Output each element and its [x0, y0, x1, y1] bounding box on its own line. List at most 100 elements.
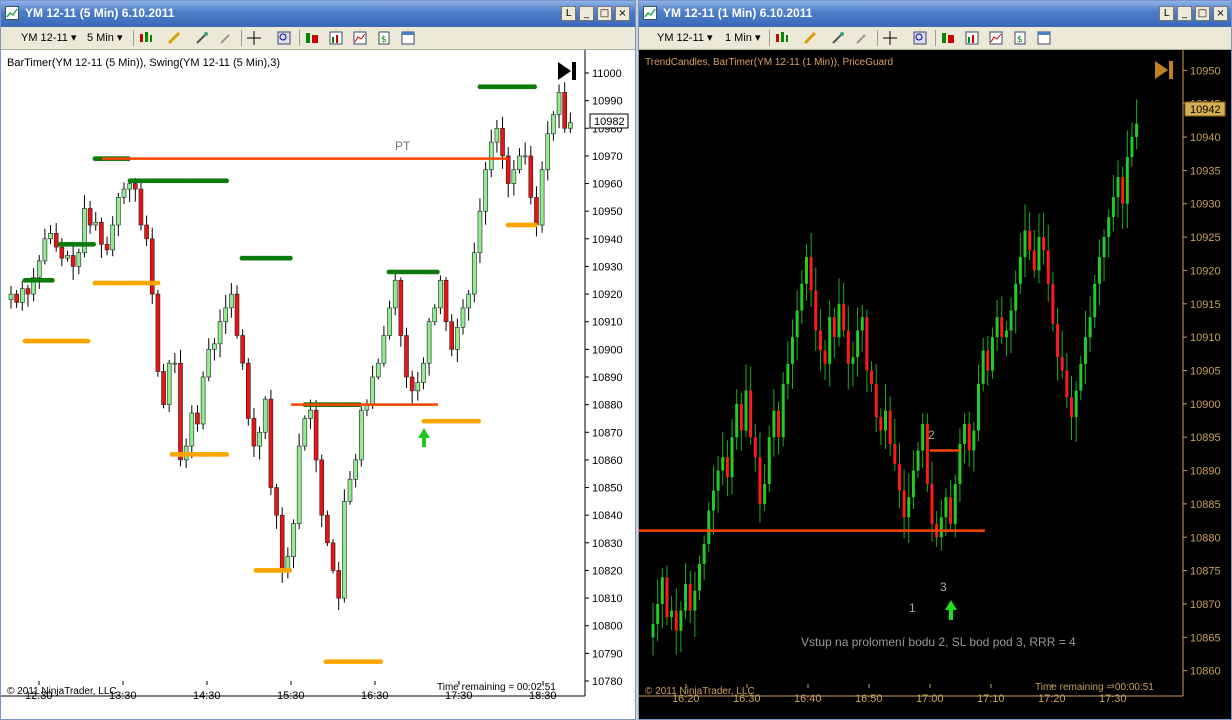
candle-body — [921, 423, 925, 451]
candle-body — [1111, 197, 1115, 218]
pin-icon[interactable] — [219, 31, 233, 45]
crosshair-icon[interactable] — [247, 31, 261, 45]
candle-body — [1046, 250, 1050, 284]
drawing-pencil-icon[interactable] — [803, 31, 817, 45]
candle-body — [1004, 330, 1008, 338]
close-button[interactable]: × — [615, 6, 630, 21]
candle-body — [353, 459, 358, 480]
magic-wand-icon[interactable] — [195, 31, 209, 45]
chart-canvas[interactable]: 10860 10865 10870 10875 10880 10885 10890 10895… — [639, 50, 1231, 719]
link-button[interactable]: L — [1159, 6, 1174, 21]
indicators-icon[interactable] — [965, 31, 979, 45]
drawing-pencil-icon[interactable] — [167, 31, 181, 45]
data-box-icon[interactable]: $ — [1013, 31, 1027, 45]
swing-high-dot — [91, 241, 96, 247]
chart-properties-icon[interactable] — [353, 31, 367, 45]
candle-body — [110, 224, 115, 251]
candle-body — [358, 409, 364, 461]
instrument-selector[interactable]: YM 12-11 ▾ — [657, 30, 712, 46]
chart-window-1min[interactable]: YM 12-11 (1 Min) 6.10.2011 L _ □ × YM 12… — [638, 0, 1232, 720]
candle-body — [1056, 323, 1060, 358]
window-icon[interactable] — [1037, 31, 1051, 45]
y-tick-label: 10810 — [592, 593, 623, 605]
swing-high-dot — [224, 178, 230, 184]
candle-body — [387, 307, 392, 336]
candle-body — [804, 257, 808, 284]
minimize-button[interactable]: _ — [579, 6, 594, 21]
bar-type-icon[interactable] — [139, 31, 153, 45]
zoom-icon[interactable] — [913, 31, 927, 45]
candle-body — [189, 412, 195, 447]
window-title: YM 12-11 (5 Min) 6.10.2011 — [25, 6, 175, 20]
y-tick-label: 10900 — [592, 344, 623, 356]
pin-icon[interactable] — [855, 31, 869, 45]
y-tick-label: 10880 — [1190, 532, 1221, 544]
candle-body — [1042, 237, 1046, 251]
title-bar[interactable]: YM 12-11 (5 Min) 6.10.2011 L _ □ × — [1, 1, 635, 27]
y-tick-label: 10865 — [1190, 632, 1221, 644]
candle-body — [735, 403, 739, 438]
candle-body — [1107, 217, 1111, 238]
candle-body — [995, 317, 999, 338]
instrument-selector[interactable]: YM 12-11 ▾ — [21, 30, 76, 46]
price-chart-5min[interactable]: 10780 10790 10800 10810 10820 10830 10840 10850… — [1, 50, 635, 719]
candle-body — [879, 417, 883, 431]
swing-label-1: 1 — [909, 601, 916, 615]
candle-body — [828, 317, 832, 364]
candle-body — [500, 127, 505, 157]
zoom-icon[interactable] — [277, 31, 291, 45]
swing-low-dot — [476, 418, 481, 424]
candle-body — [14, 293, 19, 303]
close-button[interactable]: × — [1213, 6, 1228, 21]
candle-body — [144, 224, 149, 240]
candle-body — [688, 583, 692, 611]
swing-high-dot — [532, 84, 537, 90]
candle-body — [234, 293, 240, 336]
candle-body — [460, 307, 466, 328]
chart-properties-icon[interactable] — [989, 31, 1003, 45]
candle-body — [990, 337, 994, 371]
candle-body — [674, 610, 678, 631]
candle-body — [562, 92, 568, 129]
chart-app-icon — [5, 6, 19, 20]
y-tick-label: 10860 — [1190, 666, 1221, 678]
window-icon[interactable] — [401, 31, 415, 45]
candle-body — [432, 307, 438, 323]
candle-body — [59, 246, 65, 259]
y-tick-label: 10885 — [1190, 499, 1221, 511]
indicators-icon[interactable] — [329, 31, 343, 45]
svg-text:$: $ — [381, 35, 387, 45]
y-tick-label: 10915 — [1190, 299, 1221, 311]
strategies-icon[interactable] — [941, 31, 955, 45]
magic-wand-icon[interactable] — [831, 31, 845, 45]
chart-window-5min[interactable]: YM 12-11 (5 Min) 6.10.2011 L _ □ × YM 12… — [0, 0, 636, 720]
data-box-icon[interactable]: $ — [377, 31, 391, 45]
maximize-button[interactable]: □ — [597, 6, 612, 21]
minimize-button[interactable]: _ — [1177, 6, 1192, 21]
swing-high-dot — [287, 255, 293, 261]
maximize-button[interactable]: □ — [1195, 6, 1210, 21]
candle-body — [763, 483, 767, 504]
title-bar[interactable]: YM 12-11 (1 Min) 6.10.2011 L _ □ × — [639, 1, 1231, 27]
chart-canvas[interactable]: 10780 10790 10800 10810 10820 10830 10840 10850… — [1, 50, 635, 719]
candle-body — [1079, 363, 1083, 391]
interval-selector[interactable]: 5 Min ▾ — [87, 30, 123, 46]
interval-selector[interactable]: 1 Min ▾ — [725, 30, 761, 46]
link-button[interactable]: L — [561, 6, 576, 21]
candle-body — [772, 410, 776, 438]
candle-body — [1037, 237, 1041, 271]
y-tick-label: 10930 — [1190, 199, 1221, 211]
candle-body — [48, 232, 53, 240]
crosshair-icon[interactable] — [883, 31, 897, 45]
candle-body — [1028, 230, 1032, 251]
candle-body — [528, 155, 534, 198]
candle-body — [443, 279, 449, 323]
chart-app-icon — [643, 6, 657, 20]
strategies-icon[interactable] — [305, 31, 319, 45]
y-tick-label: 10925 — [1190, 232, 1221, 244]
bar-type-icon[interactable] — [775, 31, 789, 45]
candle-body — [972, 430, 976, 451]
copyright: © 2011 NinjaTrader, LLC — [645, 686, 755, 697]
y-tick-label: 10900 — [1190, 399, 1221, 411]
price-chart-1min[interactable]: 10860 10865 10870 10875 10880 10885 10890 10895… — [639, 50, 1231, 719]
